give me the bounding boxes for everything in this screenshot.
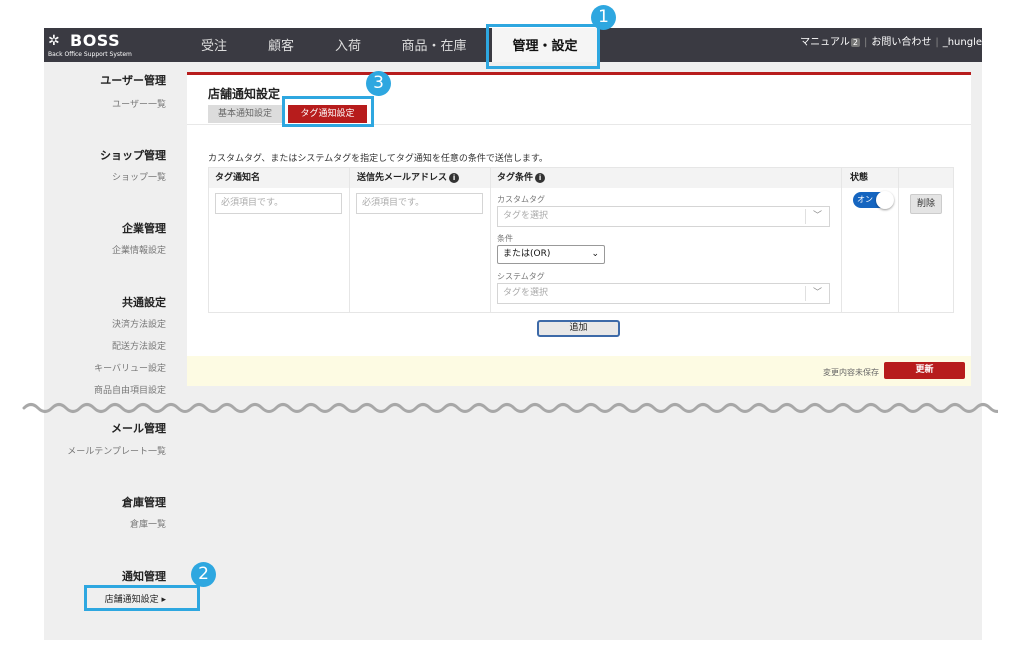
nav-products-inventory[interactable]: 商品・在庫	[394, 28, 474, 62]
manual-badge: 2	[850, 38, 860, 47]
description-text: カスタムタグ、またはシステムタグを指定してタグ通知を任意の条件で送信します。	[208, 154, 548, 164]
page-title: 店舗通知設定	[208, 87, 281, 101]
nav-customers[interactable]: 顧客	[259, 28, 303, 62]
header-status: 状態	[850, 173, 869, 183]
status-toggle-label: オン	[857, 195, 873, 204]
manual-link[interactable]: マニュアル	[800, 37, 850, 48]
chevron-down-icon: ﹀	[805, 209, 829, 224]
column-divider	[841, 168, 842, 312]
add-button[interactable]: 追加	[537, 320, 620, 337]
callout-2-highlight	[84, 585, 200, 611]
sidebar-title-notification-management: 通知管理	[122, 570, 166, 583]
nav-arrivals[interactable]: 入荷	[326, 28, 370, 62]
custom-tag-select[interactable]: タグを選択 ﹀	[497, 206, 830, 227]
logo-title: BOSS	[70, 31, 121, 50]
column-divider	[349, 168, 350, 312]
separator: |	[863, 37, 868, 48]
sidebar-item-shop-list[interactable]: ショップ一覧	[112, 170, 166, 183]
sidebar-title-common-settings: 共通設定	[122, 296, 166, 309]
sidebar-title-shop-management: ショップ管理	[100, 149, 166, 162]
custom-tag-label: カスタムタグ	[497, 195, 545, 204]
condition-label: 条件	[497, 234, 513, 243]
delete-button[interactable]: 削除	[910, 194, 942, 214]
status-toggle[interactable]: オン	[853, 191, 894, 209]
separator: |	[935, 37, 939, 48]
condition-value: または(OR)	[503, 249, 551, 259]
callout-1-highlight	[486, 24, 600, 69]
update-button[interactable]: 更新	[884, 362, 965, 379]
notification-name-input[interactable]: 必須項目です。	[215, 193, 342, 214]
page: ✲ BOSS Back Office Support System 受注 顧客 …	[0, 0, 1024, 663]
column-divider	[490, 168, 491, 312]
header-email: 送信先メールアドレス i	[357, 168, 460, 188]
contact-link[interactable]: お問い合わせ	[871, 37, 931, 48]
logo-subtitle: Back Office Support System	[48, 51, 132, 58]
chevron-down-icon: ﹀	[805, 286, 829, 301]
sidebar-title-user-management: ユーザー管理	[100, 74, 166, 87]
nav-orders[interactable]: 受注	[192, 28, 236, 62]
sidebar-title-mail-management: メール管理	[111, 422, 166, 435]
email-input[interactable]: 必須項目です。	[356, 193, 483, 214]
system-tag-placeholder: タグを選択	[503, 288, 549, 298]
callout-1-number: 1	[591, 5, 616, 30]
header-email-label: 送信先メールアドレス	[357, 173, 448, 183]
chevron-down-icon: ⌄	[591, 249, 599, 259]
sidebar-title-warehouse-management: 倉庫管理	[122, 496, 166, 509]
sidebar-item-product-custom-fields[interactable]: 商品自由項目設定	[94, 383, 166, 396]
save-bar: 変更内容未保存 更新	[187, 356, 971, 386]
header-notification-name: タグ通知名	[215, 173, 261, 183]
callout-3-number: 3	[366, 71, 391, 96]
callout-2-number: 2	[191, 562, 216, 587]
logo-icon: ✲	[48, 33, 60, 49]
header-tag-condition-label: タグ条件	[497, 173, 534, 183]
system-tag-select[interactable]: タグを選択 ﹀	[497, 283, 830, 304]
sidebar-item-warehouse-list[interactable]: 倉庫一覧	[130, 517, 166, 530]
sidebar-item-company-info[interactable]: 企業情報設定	[112, 243, 166, 256]
tab-basic-notification[interactable]: 基本通知設定	[208, 105, 282, 123]
info-icon[interactable]: i	[535, 173, 546, 183]
sidebar-item-shipping-settings[interactable]: 配送方法設定	[112, 339, 166, 352]
top-right-links: マニュアル 2 | お問い合わせ | _hungle	[800, 33, 982, 48]
callout-3-highlight	[282, 96, 374, 127]
unsaved-status: 変更内容未保存	[823, 368, 879, 377]
info-icon[interactable]: i	[449, 173, 460, 183]
wavy-break-separator	[22, 403, 998, 413]
sidebar-item-mail-templates[interactable]: メールテンプレート一覧	[67, 444, 166, 457]
system-tag-label: システムタグ	[497, 272, 545, 281]
user-menu[interactable]: _hungle	[943, 37, 982, 48]
toggle-knob	[876, 191, 894, 209]
sidebar-item-key-value-settings[interactable]: キーバリュー設定	[94, 361, 166, 374]
custom-tag-placeholder: タグを選択	[503, 211, 549, 221]
sidebar-item-user-list[interactable]: ユーザー一覧	[112, 97, 166, 110]
sidebar-title-company-management: 企業管理	[122, 222, 166, 235]
condition-select[interactable]: または(OR) ⌄	[497, 245, 605, 264]
logo[interactable]: ✲ BOSS Back Office Support System	[46, 30, 146, 60]
header-tag-condition: タグ条件 i	[497, 168, 546, 188]
tag-notification-table: タグ通知名 送信先メールアドレス i タグ条件 i 状態 必須項目です。 必須項目で…	[208, 167, 954, 313]
column-divider	[898, 168, 899, 312]
sidebar-item-payment-settings[interactable]: 決済方法設定	[112, 317, 166, 330]
